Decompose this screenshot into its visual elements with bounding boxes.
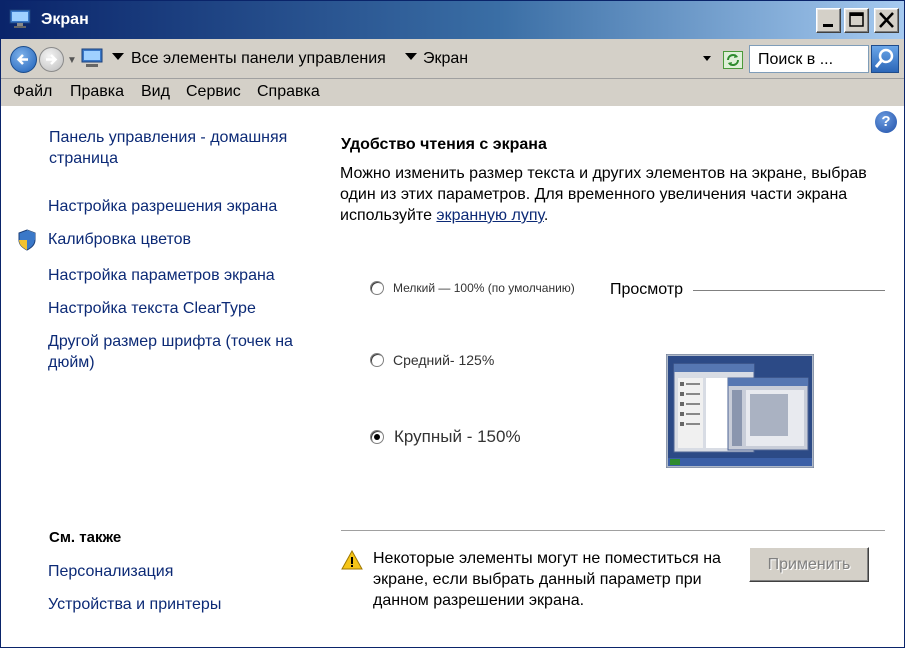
window: Экран ▼ Все элементы панели управления Э… [0,0,905,648]
menu-bar: Файл Правка Вид Сервис Справка [1,79,904,106]
control-panel-icon [81,48,103,67]
preview-divider [693,290,885,291]
shield-icon [18,229,36,251]
size-large-radio[interactable] [370,430,384,444]
menu-edit[interactable]: Правка [70,83,124,101]
display-icon [9,9,31,28]
crumb-separator-icon[interactable] [405,53,417,60]
size-medium-radio[interactable] [370,353,384,367]
help-icon[interactable]: ? [875,111,897,133]
address-dropdown-icon[interactable] [703,56,711,61]
window-title: Экран [41,11,89,28]
size-small-label[interactable]: Мелкий — 100% (по умолчанию) [393,281,575,295]
sidebar-item-display-settings[interactable]: Настройка параметров экрана [48,265,275,286]
search-icon [874,48,894,68]
back-button[interactable] [10,46,37,73]
minimize-button[interactable] [816,8,841,33]
menu-view[interactable]: Вид [141,83,170,101]
sidebar-item-devices-printers[interactable]: Устройства и принтеры [48,594,221,615]
close-icon [879,12,894,28]
search-input[interactable]: Поиск в ... [749,45,869,73]
see-also-heading: См. также [49,529,122,546]
arrow-left-icon [16,54,28,65]
preview-label: Просмотр [610,281,684,298]
search-placeholder: Поиск в ... [758,51,834,68]
arrow-right-icon [46,54,58,65]
apply-button[interactable]: Применить [749,547,869,582]
page-description: Можно изменить размер текста и других эл… [340,163,890,226]
search-button[interactable] [871,45,899,73]
menu-tools[interactable]: Сервис [186,83,241,101]
size-large-label[interactable]: Крупный - 150% [394,427,521,447]
forward-button[interactable] [39,47,64,72]
description-end: . [543,207,549,224]
content-area: Панель управления - домашняя страница На… [1,106,904,647]
minimize-icon [823,24,833,27]
magnifier-link[interactable]: экранную лупу [436,207,543,224]
crumb-separator-icon[interactable] [112,53,124,60]
refresh-button[interactable] [723,51,743,69]
menu-help[interactable]: Справка [257,83,320,101]
warning-icon [341,550,363,570]
size-medium-label[interactable]: Средний- 125% [393,352,494,368]
breadcrumb-control-panel[interactable]: Все элементы панели управления [131,50,386,68]
address-bar: ▼ Все элементы панели управления Экран П… [1,39,904,79]
sidebar-item-cleartype[interactable]: Настройка текста ClearType [48,298,256,319]
sidebar-item-calibrate[interactable]: Калибровка цветов [48,229,191,250]
page-title: Удобство чтения с экрана [341,136,547,153]
menu-file[interactable]: Файл [13,83,52,101]
description-text: Можно изменить размер текста и других эл… [340,165,867,224]
close-button[interactable] [874,8,899,33]
sidebar-home-link[interactable]: Панель управления - домашняя страница [49,127,319,169]
sidebar-item-resolution[interactable]: Настройка разрешения экрана [48,196,277,217]
title-bar: Экран [1,1,904,39]
section-divider [341,530,885,532]
history-dropdown[interactable]: ▼ [67,55,77,66]
sidebar-item-dpi[interactable]: Другой размер шрифта (точек на дюйм) [48,331,298,373]
preview-image [666,354,814,468]
maximize-icon [849,12,864,27]
maximize-button[interactable] [844,8,869,33]
refresh-icon [727,54,739,66]
size-small-radio[interactable] [370,281,384,295]
warning-text: Некоторые элементы могут не поместиться … [373,550,721,609]
sidebar-item-personalization[interactable]: Персонализация [48,561,173,582]
breadcrumb-display[interactable]: Экран [423,50,468,68]
